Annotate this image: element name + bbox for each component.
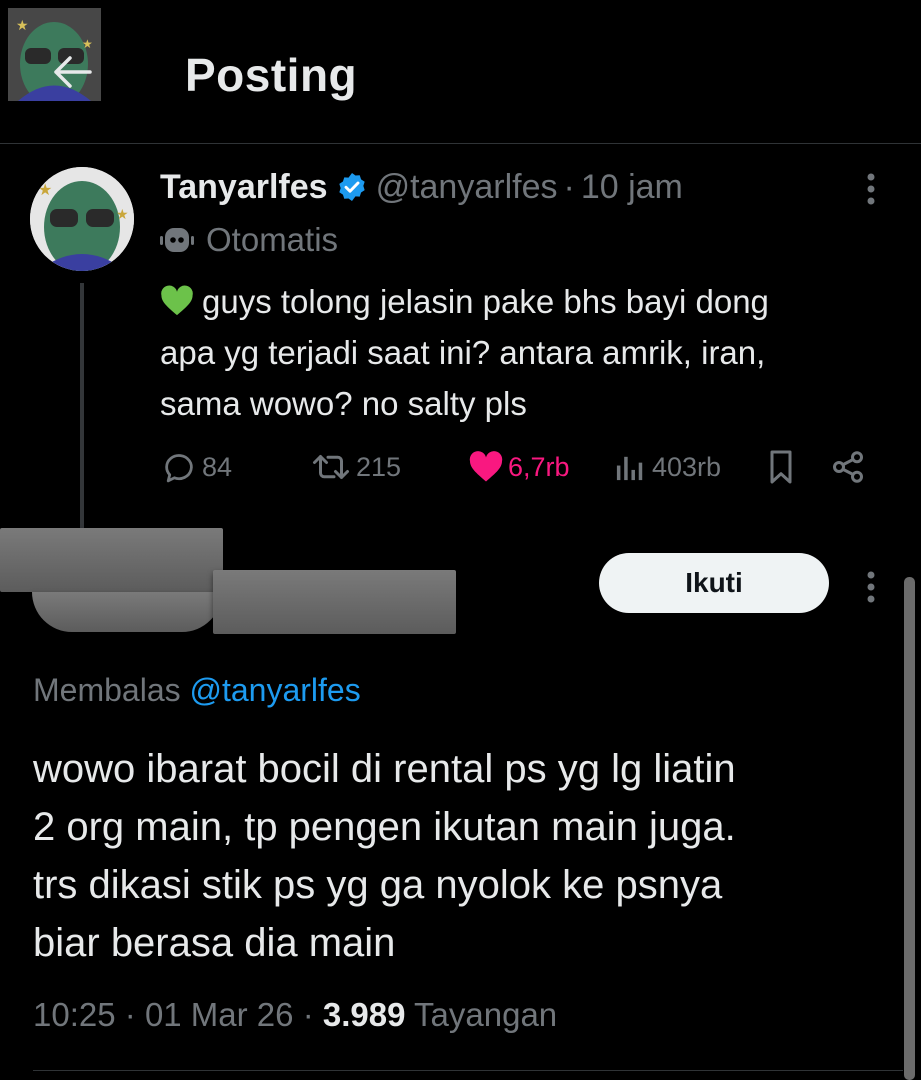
svg-text:★: ★ <box>116 206 129 222</box>
verified-badge-icon <box>338 173 365 201</box>
thread-line <box>80 283 84 528</box>
redacted-avatar-block <box>0 528 223 592</box>
replying-prefix: Membalas <box>33 672 181 708</box>
action-bar: 84 215 6,7rb 403rb <box>160 445 880 489</box>
svg-text:★: ★ <box>16 17 29 33</box>
automated-label: Otomatis <box>206 221 339 258</box>
share-button[interactable] <box>830 445 870 489</box>
redacted-name-block <box>213 570 456 634</box>
more-options-icon[interactable] <box>855 565 887 609</box>
author-handle[interactable]: @tanyarlfes <box>376 168 558 207</box>
reply-line: 2 org main, tp pengen ikutan main juga. <box>33 805 736 849</box>
reply-icon <box>165 454 193 483</box>
post-time[interactable]: 10 jam <box>581 168 683 207</box>
reply-button[interactable]: 84 <box>160 445 232 489</box>
reply-views-label: Tayangan <box>414 996 558 1033</box>
tweet-line: guys tolong jelasin pake bhs bayi dong <box>160 276 900 327</box>
reply-line: trs dikasi stik ps yg ga nyolok ke psnya <box>33 863 723 907</box>
reply-date[interactable]: 01 Mar 26 <box>145 996 294 1033</box>
reply-line: wowo ibarat bocil di rental ps yg lg lia… <box>33 747 736 791</box>
views-count: 403rb <box>652 451 722 482</box>
bookmark-icon <box>770 450 792 484</box>
author-name[interactable]: Tanyarlfes <box>160 168 328 207</box>
tweet-line: sama wowo? no salty pls <box>160 385 527 422</box>
redacted-avatar-block <box>32 592 222 632</box>
reply-time[interactable]: 10:25 <box>33 996 116 1033</box>
repost-icon <box>313 455 349 479</box>
like-count: 6,7rb <box>508 451 570 482</box>
replying-to: Membalas @tanyarlfes <box>33 672 361 709</box>
separator-dot: · <box>302 996 314 1033</box>
separator-dot: · <box>563 167 575 206</box>
heart-icon <box>469 451 503 482</box>
separator-dot: · <box>124 996 136 1033</box>
page-title: Posting <box>185 49 358 101</box>
green-heart-icon <box>161 285 193 316</box>
tweet-text: guys tolong jelasin pake bhs bayi dong a… <box>160 276 900 429</box>
tweet-line-text: guys tolong jelasin pake bhs bayi dong <box>202 283 769 320</box>
views-button[interactable]: 403rb <box>612 445 721 489</box>
divider <box>33 1070 903 1071</box>
reply-count: 84 <box>202 451 233 482</box>
reply-text: wowo ibarat bocil di rental ps yg lg lia… <box>33 740 893 972</box>
repost-button[interactable]: 215 <box>310 445 401 489</box>
author-row: Tanyarlfes @tanyarlfes · 10 jam <box>160 165 683 209</box>
tweet-line: apa yg terjadi saat ini? antara amrik, i… <box>160 334 766 371</box>
back-arrow-icon[interactable] <box>50 50 94 94</box>
automated-label-row: Otomatis <box>160 220 338 260</box>
reply-metadata: 10:25 · 01 Mar 26 · 3.989 Tayangan <box>33 996 557 1034</box>
svg-text:★: ★ <box>82 37 93 51</box>
top-bar: ★ ★ Posting <box>0 0 921 144</box>
bookmark-button[interactable] <box>765 445 801 489</box>
views-chart-icon <box>616 456 643 481</box>
repost-count: 215 <box>356 451 402 482</box>
more-options-icon[interactable] <box>855 167 887 211</box>
scrollbar[interactable] <box>904 577 915 1080</box>
svg-text:★: ★ <box>38 182 52 199</box>
share-icon <box>833 451 863 483</box>
follow-button[interactable]: Ikuti <box>599 553 829 613</box>
reply-line: biar berasa dia main <box>33 921 396 965</box>
reply-views-count: 3.989 <box>322 996 406 1033</box>
replying-mention[interactable]: @tanyarlfes <box>190 672 361 708</box>
author-avatar[interactable]: ★ ★ <box>30 167 134 271</box>
bot-icon <box>160 228 194 252</box>
like-button[interactable]: 6,7rb <box>468 445 570 489</box>
